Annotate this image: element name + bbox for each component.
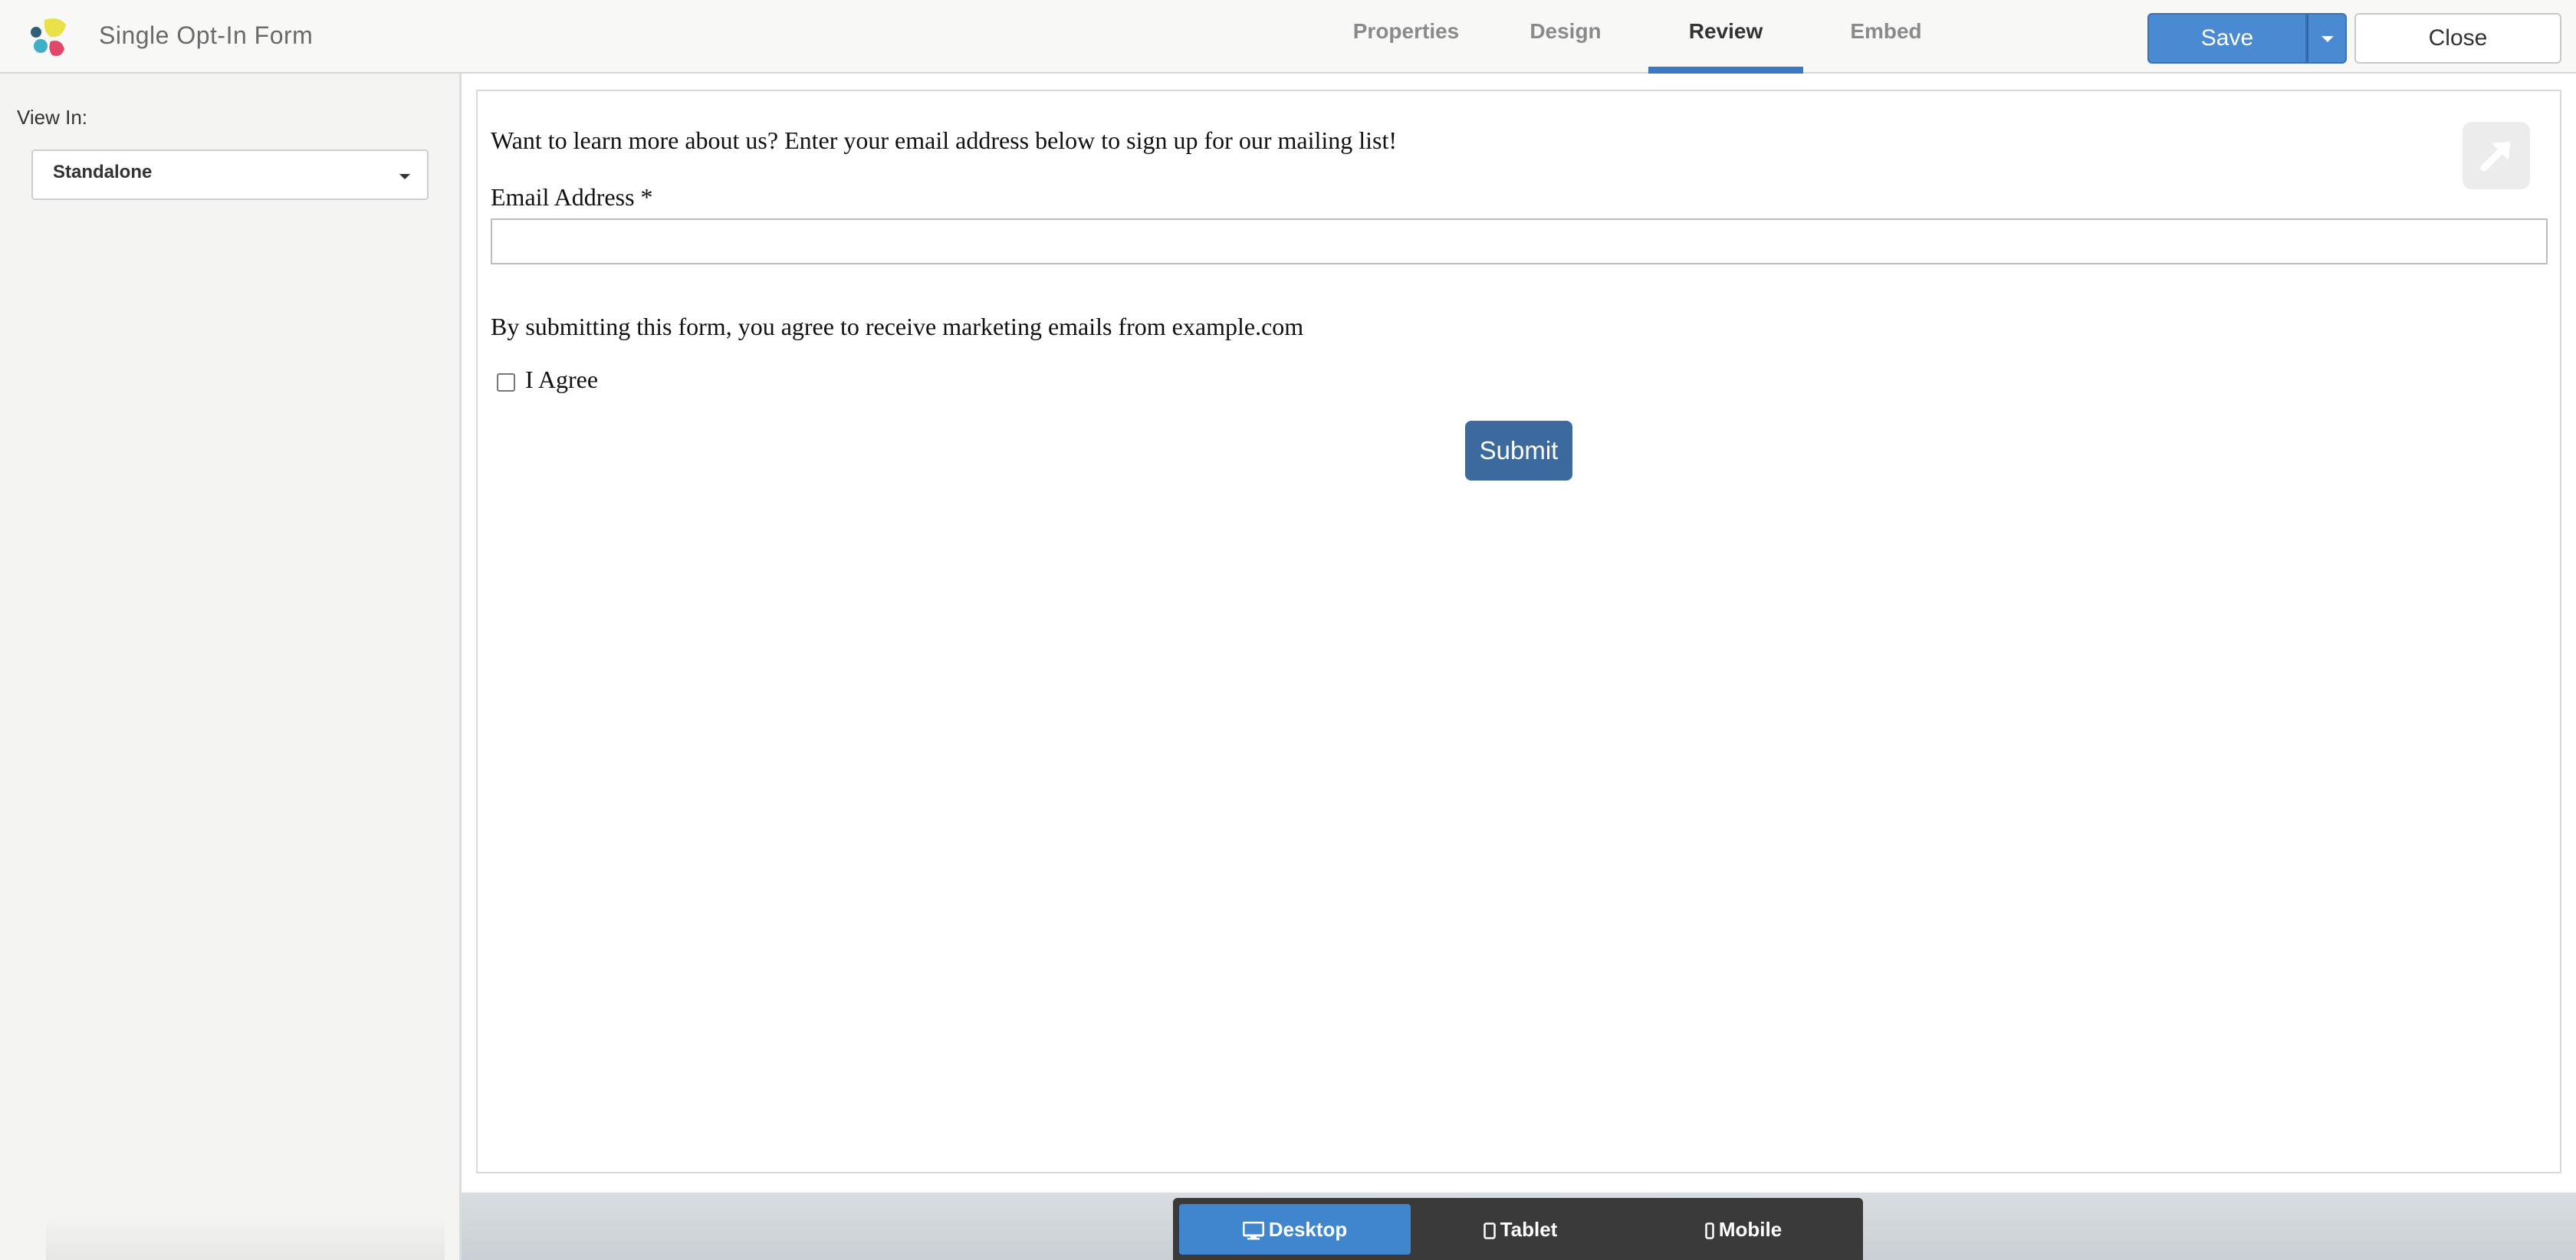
tab-embed[interactable]: Embed [1837,0,1935,74]
view-in-label: View In: [17,106,88,129]
device-tablet-label: Tablet [1500,1218,1558,1241]
desktop-icon [1242,1222,1264,1240]
submit-button[interactable]: Submit [1465,421,1572,481]
device-switcher: Desktop Tablet Mobile [1173,1198,1863,1260]
close-button[interactable]: Close [2354,13,2561,64]
sidebar: View In: Standalone [0,74,462,1260]
sidebar-shadow [46,1214,445,1260]
app-title: Single Opt-In Form [99,21,314,49]
device-mobile-button[interactable]: Mobile [1630,1204,1857,1255]
device-desktop-label: Desktop [1268,1218,1348,1241]
save-button[interactable]: Save [2147,13,2307,64]
email-label: Email Address * [491,183,653,211]
app-logo-icon [31,18,66,56]
open-in-new-window-button[interactable] [2463,122,2530,189]
chevron-down-icon [399,174,410,179]
preview-area: Want to learn more about us? Enter your … [462,74,2576,1260]
tab-review[interactable]: Review [1648,0,1803,74]
email-field[interactable] [491,218,2548,264]
device-tablet-button[interactable]: Tablet [1417,1204,1624,1255]
view-in-select[interactable]: Standalone [31,149,429,200]
device-desktop-button[interactable]: Desktop [1179,1204,1411,1255]
tab-design[interactable]: Design [1515,0,1616,74]
agree-checkbox[interactable] [497,373,515,392]
mobile-icon [1705,1222,1714,1239]
device-mobile-label: Mobile [1718,1218,1783,1241]
form-intro-text: Want to learn more about us? Enter your … [491,126,1398,154]
tablet-icon [1483,1222,1496,1239]
save-options-dropdown[interactable] [2307,13,2347,64]
consent-text: By submitting this form, you agree to re… [491,313,1304,340]
top-bar: Single Opt-In Form Properties Design Rev… [0,0,2576,74]
expand-arrow-icon [2480,141,2511,172]
view-in-selected-value: Standalone [53,162,153,182]
form-preview: Want to learn more about us? Enter your … [476,90,2561,1173]
agree-label[interactable]: I Agree [525,366,598,394]
tab-properties[interactable]: Properties [1337,0,1475,74]
